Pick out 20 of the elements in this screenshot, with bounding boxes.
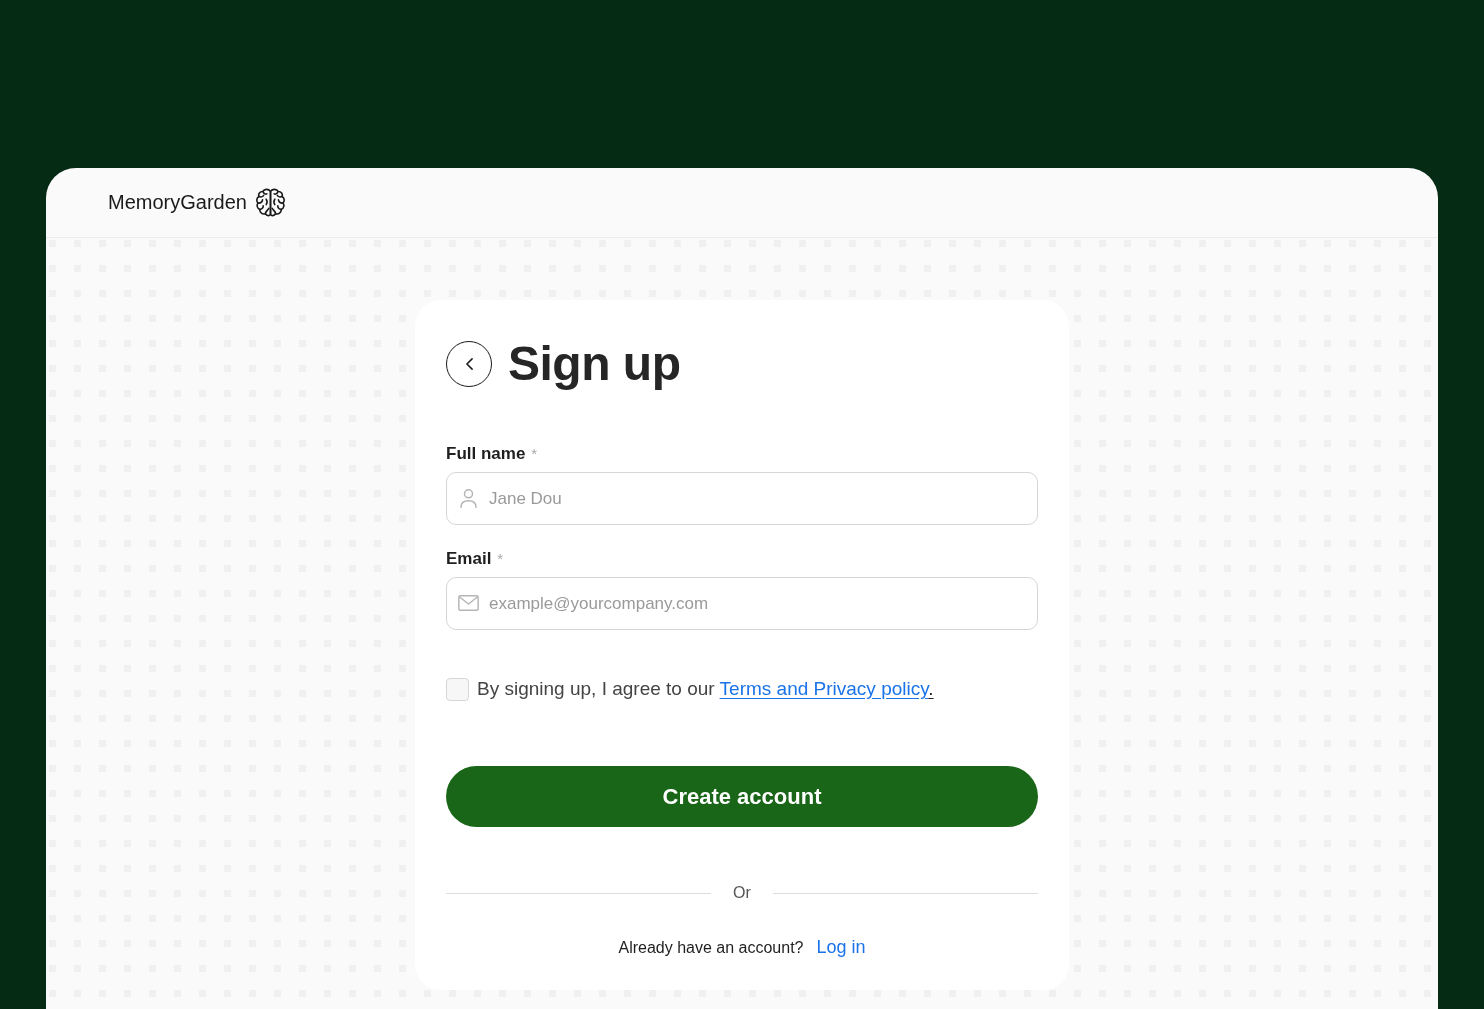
agreement-checkbox[interactable] [446,677,469,701]
login-link[interactable]: Log in [816,937,866,958]
person-icon [460,489,477,508]
brain-icon [255,188,285,217]
required-mark: * [497,550,504,567]
create-account-button[interactable]: Create account [446,766,1038,827]
field-label: Email [446,549,492,569]
email-field[interactable]: example@yourcompany.com [446,577,1038,630]
required-mark: * [531,445,538,462]
page-title: Sign up [508,338,681,390]
name-field[interactable]: Jane Dou [446,472,1038,525]
chevron-left-icon [465,358,473,370]
field-label: Full name [446,444,526,464]
brand-name: MemoryGarden [108,191,247,214]
back-button[interactable] [446,341,492,387]
envelope-icon [458,595,479,611]
agreement-text: By signing up, I agree to our Terms and Privacy policy. [477,677,934,701]
divider-label: Or [733,883,751,903]
terms-link[interactable]: Terms and Privacy policy [719,678,929,699]
login-prompt: Already have an account? [618,939,804,957]
